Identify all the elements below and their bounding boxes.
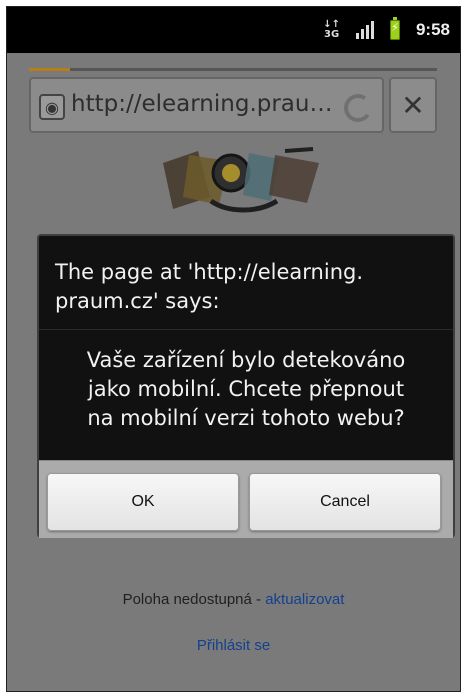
status-bar: ↓↑3G 9:58 xyxy=(7,7,460,53)
cancel-button[interactable]: Cancel xyxy=(249,473,441,531)
battery-charging-icon xyxy=(389,17,400,40)
page-load-progress-fill xyxy=(29,68,70,71)
data-transfer-icon: ↓↑ 3G xyxy=(323,19,340,40)
status-time: 9:58 xyxy=(415,20,450,39)
ok-button[interactable]: OK xyxy=(47,473,239,531)
javascript-alert-dialog: The page at 'http://elearning. praum.cz'… xyxy=(37,234,455,538)
device-frame: ↓↑3G 9:58 ◉ http://elearning.prau… xyxy=(0,0,466,697)
reload-icon[interactable] xyxy=(341,91,375,125)
data-network-label: 3G xyxy=(324,29,340,40)
location-text: Poloha nedostupná - xyxy=(122,591,266,608)
site-logo xyxy=(163,147,319,213)
page-load-progress xyxy=(29,68,437,71)
location-status: Poloha nedostupná - aktualizovat xyxy=(7,591,460,608)
phone-screen: ↓↑3G 9:58 ◉ http://elearning.prau… xyxy=(6,6,461,692)
logo-artwork xyxy=(163,147,319,213)
globe-icon: ◉ xyxy=(39,94,65,120)
dialog-buttons: OK Cancel xyxy=(39,460,453,538)
signal-icon xyxy=(355,21,374,39)
address-field[interactable]: ◉ http://elearning.prau… xyxy=(29,77,384,133)
login-link[interactable]: Přihlásit se xyxy=(7,637,460,654)
close-tab-button[interactable]: ✕ xyxy=(389,77,437,133)
close-icon: ✕ xyxy=(401,88,425,122)
status-icons: ↓↑3G 9:58 xyxy=(323,15,450,45)
url-bar: ◉ http://elearning.prau… ✕ xyxy=(29,77,437,133)
dialog-title: The page at 'http://elearning. praum.cz'… xyxy=(39,236,453,330)
dialog-message: Vaše zařízení bylo detekováno jako mobil… xyxy=(86,348,406,430)
location-refresh-link[interactable]: aktualizovat xyxy=(265,591,344,608)
address-text[interactable]: http://elearning.prau… xyxy=(71,91,341,117)
